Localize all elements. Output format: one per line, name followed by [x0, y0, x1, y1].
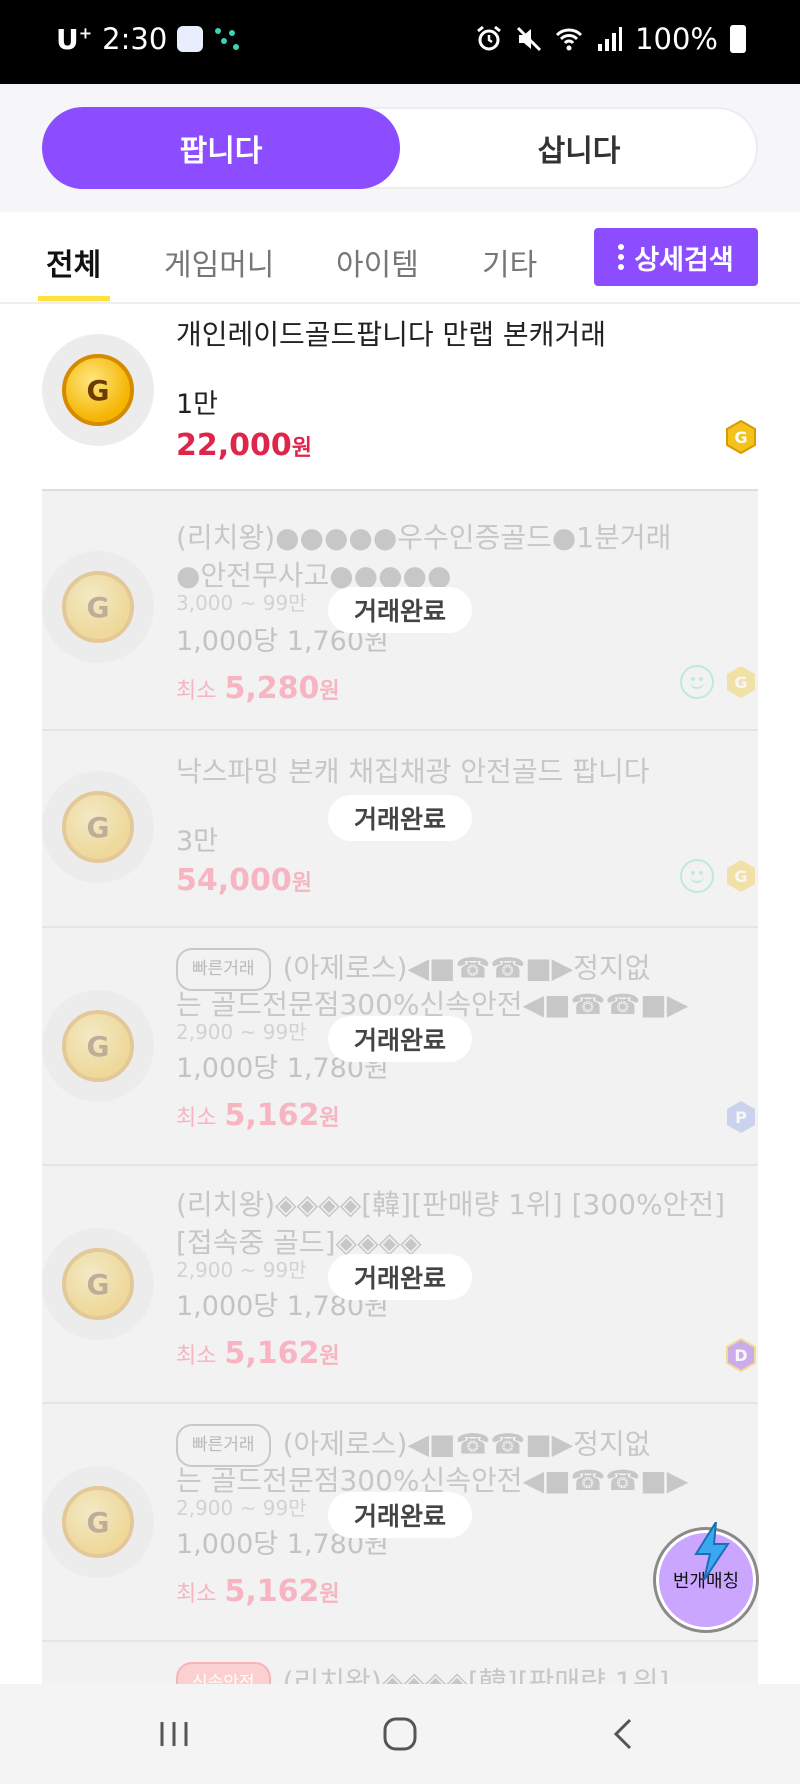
listing-list[interactable]: G 개인레이드골드팝니다 만랩 본캐거래 1만 22,000원 G G (리치왕…: [0, 304, 800, 1684]
sell-tab-button[interactable]: 팝니다: [42, 107, 400, 189]
tab-game-money[interactable]: 게임머니: [164, 240, 274, 284]
listing-price: 22,000원: [176, 428, 313, 463]
dots-notification-icon: [213, 26, 240, 52]
listing-item[interactable]: G 개인레이드골드팝니다 만랩 본캐거래 1만 22,000원 G: [42, 304, 758, 490]
gold-coin-icon: G: [62, 571, 134, 643]
listing-price: 최소 5,162원: [176, 1574, 340, 1609]
smile-icon: [680, 859, 714, 893]
listing-item[interactable]: 신속안전 (리치왕)◈◈◈◈[韓][판매량 1위]: [42, 1642, 758, 1684]
listing-price: 최소 5,162원: [176, 1336, 340, 1371]
listing-thumbnail: G: [42, 1466, 154, 1578]
listing-title: (리치왕)●●●●●우수인증골드●1분거래: [176, 521, 672, 554]
svg-text:P: P: [735, 1108, 747, 1127]
signal-icon: [598, 27, 623, 51]
listing-title: 낙스파밍 본캐 채집채광 안전골드 팝니다: [176, 755, 650, 788]
listing-price: 최소 5,280원: [176, 671, 340, 706]
app-notification-icon: [177, 26, 204, 52]
svg-text:G: G: [734, 867, 747, 886]
tab-all[interactable]: 전체: [46, 240, 101, 284]
safe-fast-badge: 신속안전: [176, 1662, 271, 1684]
gold-level-icon: G: [726, 420, 756, 454]
gold-coin-icon: G: [62, 1010, 134, 1082]
more-vertical-icon: [618, 244, 625, 270]
gold-coin-icon: G: [62, 791, 134, 863]
gold-coin-icon: G: [62, 1248, 134, 1320]
completed-badge: 거래완료: [328, 1016, 472, 1062]
system-nav-bar: [0, 1684, 800, 1784]
fast-trade-badge: 빠른거래: [176, 948, 271, 991]
mute-icon: [517, 26, 542, 52]
fast-trade-badge: 빠른거래: [176, 1424, 271, 1467]
mode-toggle: 팝니다 삽니다: [42, 107, 758, 189]
listing-thumbnail: G: [42, 1228, 154, 1340]
alarm-icon: [477, 25, 502, 51]
recent-apps-icon[interactable]: [150, 1710, 198, 1758]
listing-title: (리치왕)◈◈◈◈[韓][판매량 1위] [300%안전]: [176, 1188, 726, 1221]
listing-item[interactable]: G (리치왕)◈◈◈◈[韓][판매량 1위] [300%안전] [접속중 골드]…: [42, 1166, 758, 1404]
category-tabs: 전체 게임머니 아이템 기타 상세검색: [0, 212, 800, 304]
listing-range: 3,000 ~ 99만: [176, 591, 307, 615]
completed-badge: 거래완료: [328, 587, 472, 633]
status-right: 100%: [475, 22, 746, 56]
carrier-label: U+: [56, 22, 93, 56]
listing-thumbnail: G: [42, 771, 154, 883]
listing-unit: 3만: [176, 826, 219, 857]
wifi-icon: [556, 28, 583, 51]
listing-unit: 1만: [176, 389, 219, 420]
listing-title: 신속안전 (리치왕)◈◈◈◈[韓][판매량 1위]: [176, 1662, 756, 1684]
smile-icon: [680, 665, 714, 699]
detail-search-button[interactable]: 상세검색: [594, 228, 758, 286]
listing-price: 54,000원: [176, 863, 313, 898]
listing-title: 빠른거래 (아제로스)◀■☎☎■▶정지없: [176, 1424, 756, 1467]
svg-text:D: D: [734, 1346, 747, 1365]
listing-item[interactable]: G (리치왕)●●●●●우수인증골드●1분거래 ●안전무사고●●●●● 3,00…: [42, 491, 758, 731]
tab-items[interactable]: 아이템: [336, 240, 419, 284]
mode-toggle-area: 팝니다 삽니다: [0, 84, 800, 212]
listing-title: 빠른거래 (아제로스)◀■☎☎■▶정지없: [176, 948, 756, 991]
battery-percent: 100%: [635, 22, 718, 56]
detail-search-label: 상세검색: [634, 244, 734, 276]
svg-text:G: G: [734, 428, 747, 447]
buy-tab-button[interactable]: 삽니다: [400, 107, 758, 189]
listing-item[interactable]: G 빠른거래 (아제로스)◀■☎☎■▶정지없 는 골드전문점300%신속안전◀■☎…: [42, 928, 758, 1166]
platinum-level-icon: P: [727, 1101, 755, 1133]
listing-thumbnail: G: [42, 334, 154, 446]
gold-coin-icon: G: [62, 1486, 134, 1558]
status-bar: U+ 2:30 100%: [0, 0, 800, 84]
active-tab-indicator: [38, 296, 110, 301]
gold-level-icon: G: [727, 666, 755, 698]
status-left: U+ 2:30: [56, 22, 240, 56]
tab-etc[interactable]: 기타: [482, 240, 537, 284]
completed-badge: 거래완료: [328, 795, 472, 841]
listing-range: 2,900 ~ 99만: [176, 1258, 307, 1282]
listing-item[interactable]: G 빠른거래 (아제로스)◀■☎☎■▶정지없 는 골드전문점300%신속안전◀■☎…: [42, 1404, 758, 1642]
listing-range: 2,900 ~ 99만: [176, 1020, 307, 1044]
back-icon[interactable]: [600, 1710, 648, 1758]
lightning-bolt-icon: [694, 1522, 730, 1580]
gold-coin-icon: G: [62, 354, 134, 426]
diamond-level-icon: D: [726, 1338, 756, 1372]
listing-thumbnail: G: [42, 551, 154, 663]
battery-icon: [730, 25, 746, 53]
completed-badge: 거래완료: [328, 1254, 472, 1300]
home-icon[interactable]: [376, 1710, 424, 1758]
listing-item[interactable]: G 낙스파밍 본캐 채집채광 안전골드 팝니다 3만 54,000원 거래완료 …: [42, 731, 758, 928]
gold-level-icon: G: [727, 860, 755, 892]
clock: 2:30: [102, 22, 168, 56]
completed-badge: 거래완료: [328, 1492, 472, 1538]
listing-thumbnail: G: [42, 990, 154, 1102]
listing-range: 2,900 ~ 99만: [176, 1496, 307, 1520]
svg-text:G: G: [734, 673, 747, 692]
listing-price: 최소 5,162원: [176, 1098, 340, 1133]
listing-title: 개인레이드골드팝니다 만랩 본캐거래: [176, 318, 606, 351]
